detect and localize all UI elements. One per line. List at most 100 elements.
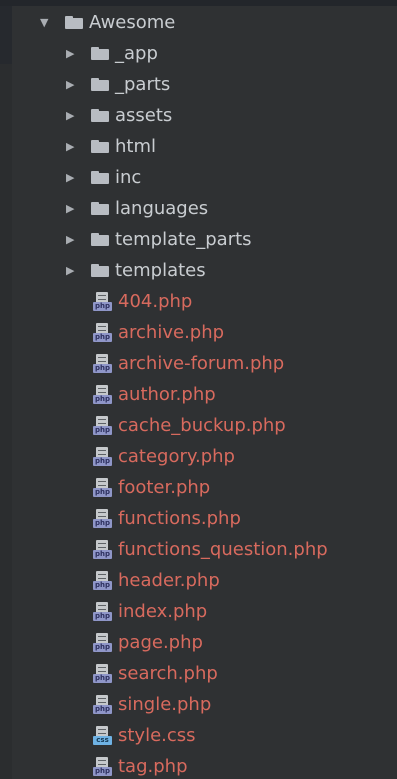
folder-icon (91, 140, 109, 153)
php-file-icon: php (93, 602, 112, 621)
php-file-icon: php (93, 292, 112, 311)
folder-icon (91, 171, 109, 184)
file-type-badge: php (93, 581, 112, 590)
file-type-badge: php (93, 395, 112, 404)
folder-icon (91, 47, 109, 60)
file-tree: ▼ Awesome ▶ _app ▶ _parts ▶ assets ▶ html ▶ inc ▶ l… (0, 7, 397, 779)
php-file-icon: php (93, 416, 112, 435)
folder-icon (65, 16, 83, 29)
php-file-icon: php (93, 664, 112, 683)
file-label: archive-forum.php (118, 353, 285, 374)
collapsed-arrow-icon[interactable]: ▶ (66, 233, 81, 246)
php-file-icon: php (93, 478, 112, 497)
file-label: functions.php (118, 508, 241, 529)
file-type-badge: php (93, 612, 112, 621)
php-file-icon: php (93, 695, 112, 714)
php-file-icon: php (93, 757, 112, 776)
php-file-icon: php (93, 447, 112, 466)
css-file-icon: css (93, 726, 112, 745)
file-label: category.php (118, 446, 235, 467)
collapsed-arrow-icon[interactable]: ▶ (66, 202, 81, 215)
php-file-icon: php (93, 540, 112, 559)
folder-icon (91, 264, 109, 277)
file-label: tag.php (118, 756, 188, 777)
file-label: archive.php (118, 322, 225, 343)
tree-folder-app[interactable]: ▶ _app (0, 38, 397, 69)
file-type-badge: php (93, 302, 112, 311)
file-type-badge: php (93, 333, 112, 342)
file-type-badge: php (93, 705, 112, 714)
collapsed-arrow-icon[interactable]: ▶ (66, 140, 81, 153)
tree-file-category-php[interactable]: php category.php (0, 441, 397, 472)
file-type-badge: php (93, 457, 112, 466)
tree-file-author-php[interactable]: php author.php (0, 379, 397, 410)
tree-folder-parts[interactable]: ▶ _parts (0, 69, 397, 100)
tree-folder-assets[interactable]: ▶ assets (0, 100, 397, 131)
tree-file-search-php[interactable]: php search.php (0, 658, 397, 689)
file-type-badge: php (93, 488, 112, 497)
tree-file-functions-question-php[interactable]: php functions_question.php (0, 534, 397, 565)
php-file-icon: php (93, 354, 112, 373)
file-type-badge: php (93, 674, 112, 683)
tree-root-awesome[interactable]: ▼ Awesome (0, 7, 397, 38)
file-type-badge: php (93, 643, 112, 652)
php-file-icon: php (93, 571, 112, 590)
tree-file-archive-forum-php[interactable]: php archive-forum.php (0, 348, 397, 379)
file-label: page.php (118, 632, 203, 653)
folder-label: template_parts (115, 229, 252, 250)
file-label: functions_question.php (118, 539, 328, 560)
file-label: header.php (118, 570, 220, 591)
tree-file-style-css[interactable]: css style.css (0, 720, 397, 751)
file-label: 404.php (118, 291, 193, 312)
file-label: author.php (118, 384, 216, 405)
tree-folder-templates[interactable]: ▶ templates (0, 255, 397, 286)
tree-file-functions-php[interactable]: php functions.php (0, 503, 397, 534)
folder-icon (91, 78, 109, 91)
tree-file-404-php[interactable]: php 404.php (0, 286, 397, 317)
tree-folder-inc[interactable]: ▶ inc (0, 162, 397, 193)
php-file-icon: php (93, 509, 112, 528)
folder-icon (91, 109, 109, 122)
file-label: style.css (118, 725, 196, 746)
file-label: single.php (118, 694, 212, 715)
collapsed-arrow-icon[interactable]: ▶ (66, 47, 81, 60)
folder-label: templates (115, 260, 206, 281)
tree-folder-html[interactable]: ▶ html (0, 131, 397, 162)
tree-file-cache-buckup-php[interactable]: php cache_buckup.php (0, 410, 397, 441)
php-file-icon: php (93, 385, 112, 404)
tree-file-header-php[interactable]: php header.php (0, 565, 397, 596)
file-type-badge: php (93, 519, 112, 528)
folder-label: _app (115, 43, 158, 64)
php-file-icon: php (93, 633, 112, 652)
file-type-badge: php (93, 767, 112, 776)
collapsed-arrow-icon[interactable]: ▶ (66, 109, 81, 122)
file-label: footer.php (118, 477, 211, 498)
folder-label: Awesome (89, 12, 176, 33)
file-type-badge: css (93, 736, 112, 745)
tree-folder-template-parts[interactable]: ▶ template_parts (0, 224, 397, 255)
tree-file-footer-php[interactable]: php footer.php (0, 472, 397, 503)
folder-icon (91, 202, 109, 215)
file-label: index.php (118, 601, 208, 622)
file-label: search.php (118, 663, 218, 684)
folder-label: html (115, 136, 157, 157)
tree-folder-languages[interactable]: ▶ languages (0, 193, 397, 224)
folder-label: assets (115, 105, 173, 126)
folder-label: _parts (115, 74, 171, 95)
folder-icon (91, 233, 109, 246)
php-file-icon: php (93, 323, 112, 342)
tree-file-archive-php[interactable]: php archive.php (0, 317, 397, 348)
file-type-badge: php (93, 426, 112, 435)
file-type-badge: php (93, 550, 112, 559)
tree-file-page-php[interactable]: php page.php (0, 627, 397, 658)
tree-file-single-php[interactable]: php single.php (0, 689, 397, 720)
collapsed-arrow-icon[interactable]: ▶ (66, 171, 81, 184)
folder-label: inc (115, 167, 142, 188)
file-type-badge: php (93, 364, 112, 373)
tree-file-tag-php[interactable]: php tag.php (0, 751, 397, 779)
tree-file-index-php[interactable]: php index.php (0, 596, 397, 627)
collapsed-arrow-icon[interactable]: ▶ (66, 78, 81, 91)
collapsed-arrow-icon[interactable]: ▶ (66, 264, 81, 277)
folder-label: languages (115, 198, 209, 219)
expanded-arrow-icon[interactable]: ▼ (40, 16, 55, 29)
